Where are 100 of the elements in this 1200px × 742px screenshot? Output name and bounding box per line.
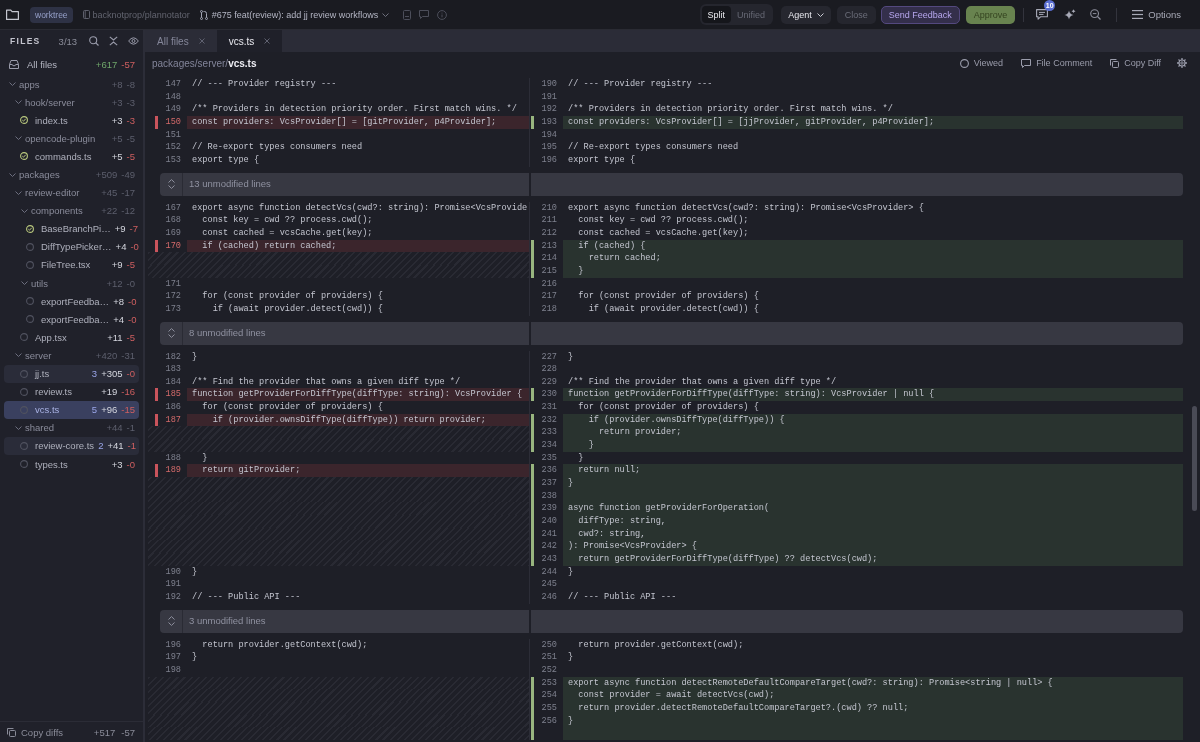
line-number: 229 [541, 375, 557, 389]
file-row[interactable]: vcs.ts 5 +96 -15 [4, 400, 139, 419]
all-files-row[interactable]: All files +617 -57 [4, 55, 139, 73]
folder-row[interactable]: opencode-plugin +5 -5 [4, 129, 139, 148]
folder-icon[interactable] [6, 9, 19, 20]
file-row[interactable]: index.ts +3 -3 [4, 111, 139, 130]
book-icon [82, 10, 90, 19]
check-circle-icon[interactable] [20, 152, 28, 161]
line-number: 195 [541, 141, 557, 154]
folder-row[interactable]: utils +12 -0 [4, 274, 139, 293]
file-comment-button[interactable]: File Comment [1021, 58, 1093, 68]
scrollbar-thumb[interactable] [1192, 406, 1197, 511]
line-number: 169 [165, 226, 181, 240]
circle-icon[interactable] [26, 261, 34, 269]
code-line: /** Providers in detection priority order. First match wins. */ [568, 104, 893, 115]
circle-icon[interactable] [20, 369, 28, 378]
file-row[interactable]: commands.ts +5 -5 [4, 147, 139, 166]
file-tab[interactable]: All files [145, 30, 217, 52]
worktree-badge[interactable]: worktree [30, 6, 73, 23]
code-line: const key = cwd ?? process.cwd(); [201, 215, 373, 226]
branch-icon [199, 9, 208, 20]
line-number: 228 [541, 363, 557, 376]
code-line: } [192, 351, 198, 362]
file-row[interactable]: review-core.ts 2 +41 -1 [4, 436, 139, 455]
check-circle-icon[interactable] [26, 224, 34, 233]
added-count: +3 [111, 114, 123, 126]
circle-icon[interactable] [20, 387, 28, 396]
line-number: 190 [165, 565, 181, 579]
search-icon[interactable] [1090, 9, 1102, 20]
document-icon[interactable] [403, 9, 412, 20]
chevron-up-down-icon [167, 179, 175, 190]
added-count: +8 [111, 78, 123, 90]
removed-count: -12 [121, 205, 135, 217]
circle-icon[interactable] [26, 242, 34, 251]
check-circle-icon[interactable] [20, 116, 28, 125]
line-number: 250 [541, 638, 557, 652]
file-row[interactable]: types.ts +3 -0 [4, 454, 139, 474]
circle-icon[interactable] [20, 460, 28, 468]
folder-row[interactable]: server +420 -31 [4, 346, 139, 365]
code-line: export type { [192, 154, 260, 165]
close-icon[interactable] [264, 38, 271, 44]
sparkle-icon[interactable] [1064, 8, 1077, 21]
circle-icon[interactable] [20, 333, 28, 342]
info-icon[interactable] [437, 9, 448, 20]
line-number: 235 [541, 451, 557, 465]
options-button[interactable]: Options [1132, 9, 1181, 20]
copy-diff-button[interactable]: Copy Diff [1110, 58, 1161, 68]
line-number: 227 [541, 350, 557, 364]
file-row[interactable]: exportFeedba… +8 -0 [4, 292, 139, 311]
viewed-toggle[interactable]: Viewed [959, 58, 1004, 68]
code-line: if (await provider.detect(cwd)) { [587, 303, 759, 314]
line-number: 218 [541, 302, 557, 316]
circle-icon[interactable] [26, 315, 34, 324]
search-icon[interactable] [89, 36, 100, 46]
file-row[interactable]: FileTree.tsx +9 -5 [4, 255, 139, 275]
line-number: 184 [165, 375, 181, 389]
line-number: 188 [165, 451, 181, 465]
collapsed-lines-bar[interactable]: 13 unmodified lines [160, 172, 1183, 196]
collapsed-lines-bar[interactable]: 3 unmodified lines [160, 609, 1183, 633]
line-number: 217 [541, 290, 557, 303]
line-number: 215 [541, 264, 557, 278]
line-number: 253 [541, 676, 557, 690]
line-number: 254 [541, 689, 557, 702]
view-mode-tab[interactable]: Split [701, 6, 732, 23]
circle-icon[interactable] [26, 297, 34, 306]
file-tab[interactable]: vcs.ts [216, 30, 283, 52]
line-number: 242 [541, 540, 557, 553]
file-path: packages/server/vcs.ts [152, 57, 257, 69]
line-number: 147 [165, 78, 181, 91]
line-number: 216 [541, 277, 557, 291]
added-count: +12 [106, 277, 123, 289]
file-row[interactable]: DiffTypePicker… +4 -0 [4, 237, 139, 256]
file-row[interactable]: review.ts +19 -16 [4, 382, 139, 401]
close-icon[interactable] [198, 38, 205, 44]
collapsed-lines-bar[interactable]: 8 unmodified lines [160, 321, 1183, 345]
gear-icon[interactable] [1177, 58, 1187, 68]
line-number: 243 [541, 553, 557, 566]
agent-button[interactable]: Agent [781, 5, 831, 24]
folder-row[interactable]: review-editor +45 -17 [4, 183, 139, 202]
file-row[interactable]: App.tsx +11 -5 [4, 328, 139, 347]
folder-row[interactable]: shared +44 -1 [4, 418, 139, 437]
file-row[interactable]: jj.ts 3 +305 -0 [4, 364, 139, 383]
line-number: 239 [541, 502, 557, 516]
eye-icon[interactable] [128, 37, 140, 45]
converging-chevrons-icon[interactable] [109, 36, 119, 46]
folder-row[interactable]: packages +509 -49 [4, 165, 139, 184]
line-number: 212 [541, 226, 557, 240]
comment-icon[interactable] [1036, 9, 1049, 20]
code-line: } [568, 566, 574, 577]
file-row[interactable]: BaseBranchPi… +9 -7 [4, 219, 139, 238]
line-number: 187 [165, 413, 181, 427]
copy-diffs-button[interactable]: Copy diffs [7, 726, 64, 738]
added-count: +8 [113, 295, 124, 307]
send-feedback-button[interactable]: Send Feedback [880, 5, 960, 24]
removed-count: -5 [126, 150, 135, 162]
circle-icon[interactable] [20, 441, 28, 450]
file-row[interactable]: exportFeedba… +4 -0 [4, 310, 139, 329]
removed-count: -1 [127, 440, 136, 452]
folder-row[interactable]: components +22 -12 [4, 201, 139, 220]
pull-request-title[interactable]: #675 feat(review): add jj review workflows [211, 9, 390, 20]
